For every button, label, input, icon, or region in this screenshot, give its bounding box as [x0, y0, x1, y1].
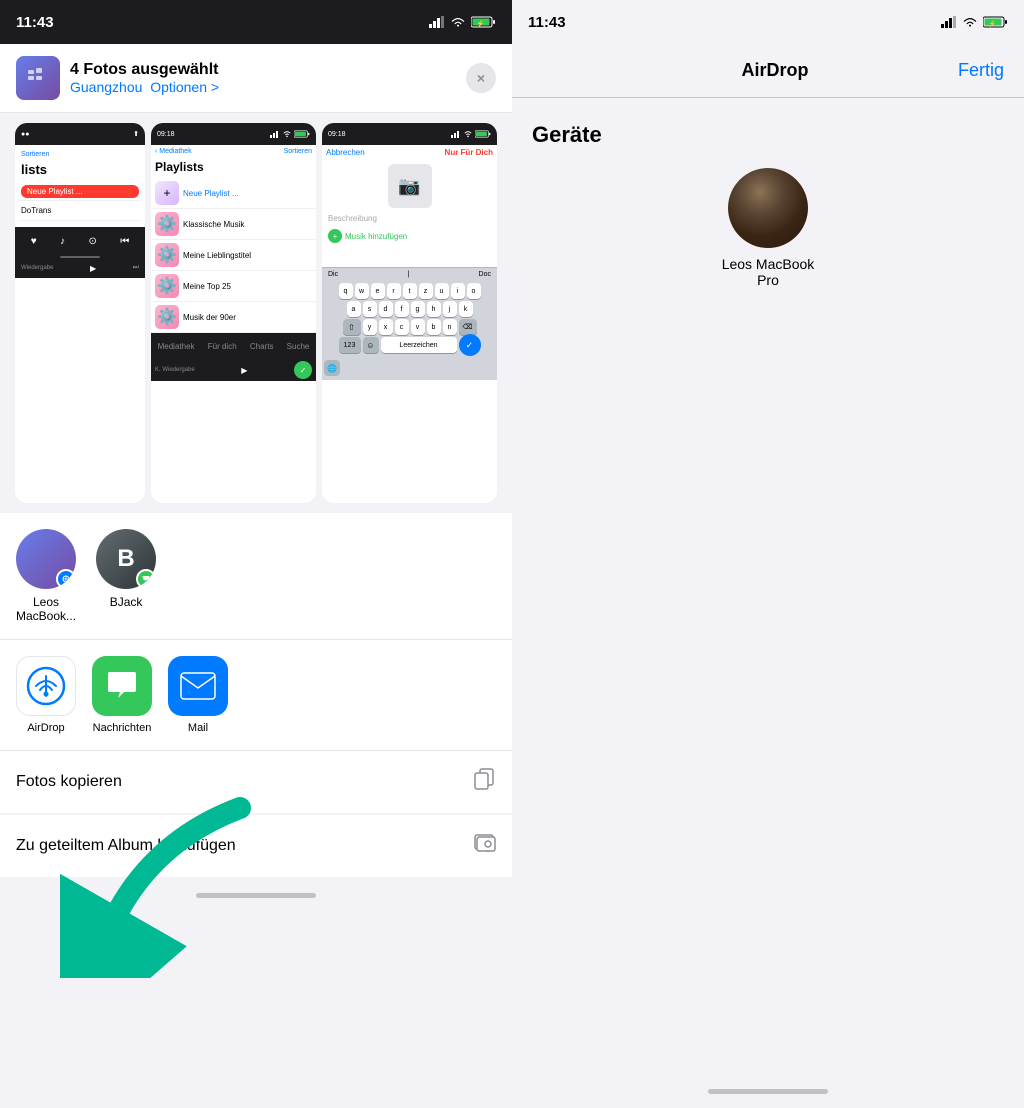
- right-home-indicator: [512, 1074, 1024, 1108]
- sc1-sort: Sortieren: [21, 151, 49, 158]
- sc1-dotrans: DoTrans: [19, 203, 141, 218]
- share-header-left: 4 Fotos ausgewählt Guangzhou Optionen >: [16, 56, 219, 100]
- sc2-title: Playlists: [151, 158, 316, 178]
- share-subtitle: Guangzhou Optionen >: [70, 79, 219, 95]
- share-title: 4 Fotos ausgewählt: [70, 61, 219, 79]
- battery-icon: ⚡: [471, 16, 496, 28]
- device-name: Leos MacBookPro: [722, 256, 815, 288]
- mail-label: Mail: [188, 722, 208, 734]
- share-info: 4 Fotos ausgewählt Guangzhou Optionen >: [70, 61, 219, 95]
- left-status-bar: 11:43 ⚡: [0, 0, 512, 44]
- geraete-section: Geräte Leos MacBookPro: [512, 98, 1024, 1074]
- sc2-status: 09:18: [151, 123, 316, 145]
- airdrop-done-button[interactable]: Fertig: [958, 60, 1004, 81]
- leos-avatar: [16, 529, 76, 589]
- signal-icon: [429, 16, 445, 28]
- copy-icon: [472, 767, 496, 797]
- action-copy-photos[interactable]: Fotos kopieren: [0, 751, 512, 814]
- action-add-album[interactable]: Zu geteiltem Album hinzufügen: [0, 814, 512, 878]
- right-panel: 11:43 ⚡ AirDrop Fertig: [512, 0, 1024, 1108]
- right-status-bar: 11:43 ⚡: [512, 0, 1024, 44]
- left-status-icons: ⚡: [429, 16, 496, 28]
- bjack-avatar: B: [96, 529, 156, 589]
- apps-row: AirDrop Nachrichten Mail: [0, 640, 512, 751]
- app-messages[interactable]: Nachrichten: [92, 656, 152, 734]
- sc3-status: 09:18: [322, 123, 497, 145]
- airdrop-title: AirDrop: [741, 60, 808, 81]
- geraete-title: Geräte: [532, 122, 1004, 148]
- app-mail[interactable]: Mail: [168, 656, 228, 734]
- device-leos-macbook[interactable]: Leos MacBookPro: [532, 168, 1004, 288]
- airdrop-header: AirDrop Fertig: [512, 44, 1024, 98]
- person-leos[interactable]: LeosMacBook...: [16, 529, 76, 623]
- copy-photos-label: Fotos kopieren: [16, 773, 122, 791]
- sc1-title: lists: [19, 160, 141, 183]
- leos-name: LeosMacBook...: [16, 595, 76, 623]
- messages-label: Nachrichten: [93, 722, 152, 734]
- album-icon: [472, 831, 496, 861]
- person-bjack[interactable]: B BJack: [96, 529, 156, 623]
- share-header: 4 Fotos ausgewählt Guangzhou Optionen > …: [0, 44, 512, 113]
- people-row: LeosMacBook... B BJack: [0, 513, 512, 640]
- left-panel: 11:43 ⚡: [0, 0, 512, 1108]
- right-wifi-icon: [962, 16, 978, 28]
- airdrop-icon: [16, 656, 76, 716]
- right-time: 11:43: [528, 14, 566, 31]
- messages-icon: [92, 656, 152, 716]
- right-signal-icon: [941, 16, 957, 28]
- svg-text:⚡: ⚡: [988, 19, 997, 28]
- sc1-playlist1: Neue Playlist ...: [21, 185, 139, 198]
- left-time: 11:43: [16, 14, 54, 31]
- screenshot-2: 09:18 ‹ Mediathek Sortieren Playlists + …: [151, 123, 316, 503]
- mail-icon: [168, 656, 228, 716]
- add-album-label: Zu geteiltem Album hinzufügen: [16, 837, 236, 855]
- message-badge: [136, 569, 156, 589]
- device-avatar: [728, 168, 808, 248]
- screenshots-area: ●● ⬆ Sortieren lists Neue Playlist ... D…: [0, 113, 512, 513]
- app-airdrop[interactable]: AirDrop: [16, 656, 76, 734]
- airdrop-label: AirDrop: [27, 722, 64, 734]
- close-button[interactable]: ×: [466, 63, 496, 93]
- screenshot-1: ●● ⬆ Sortieren lists Neue Playlist ... D…: [15, 123, 145, 503]
- share-thumbnail: [16, 56, 60, 100]
- sc1-status: ●● ⬆: [15, 123, 145, 145]
- wifi-icon: [450, 16, 466, 28]
- right-battery-icon: ⚡: [983, 16, 1008, 28]
- left-home-indicator: [0, 878, 512, 912]
- screenshot-3: 09:18 Abbrechen Nur Für Dich 📷 Beschreib…: [322, 123, 497, 503]
- right-status-icons: ⚡: [941, 16, 1008, 28]
- bjack-name: BJack: [110, 595, 143, 609]
- svg-text:⚡: ⚡: [476, 19, 485, 28]
- airdrop-badge: [56, 569, 76, 589]
